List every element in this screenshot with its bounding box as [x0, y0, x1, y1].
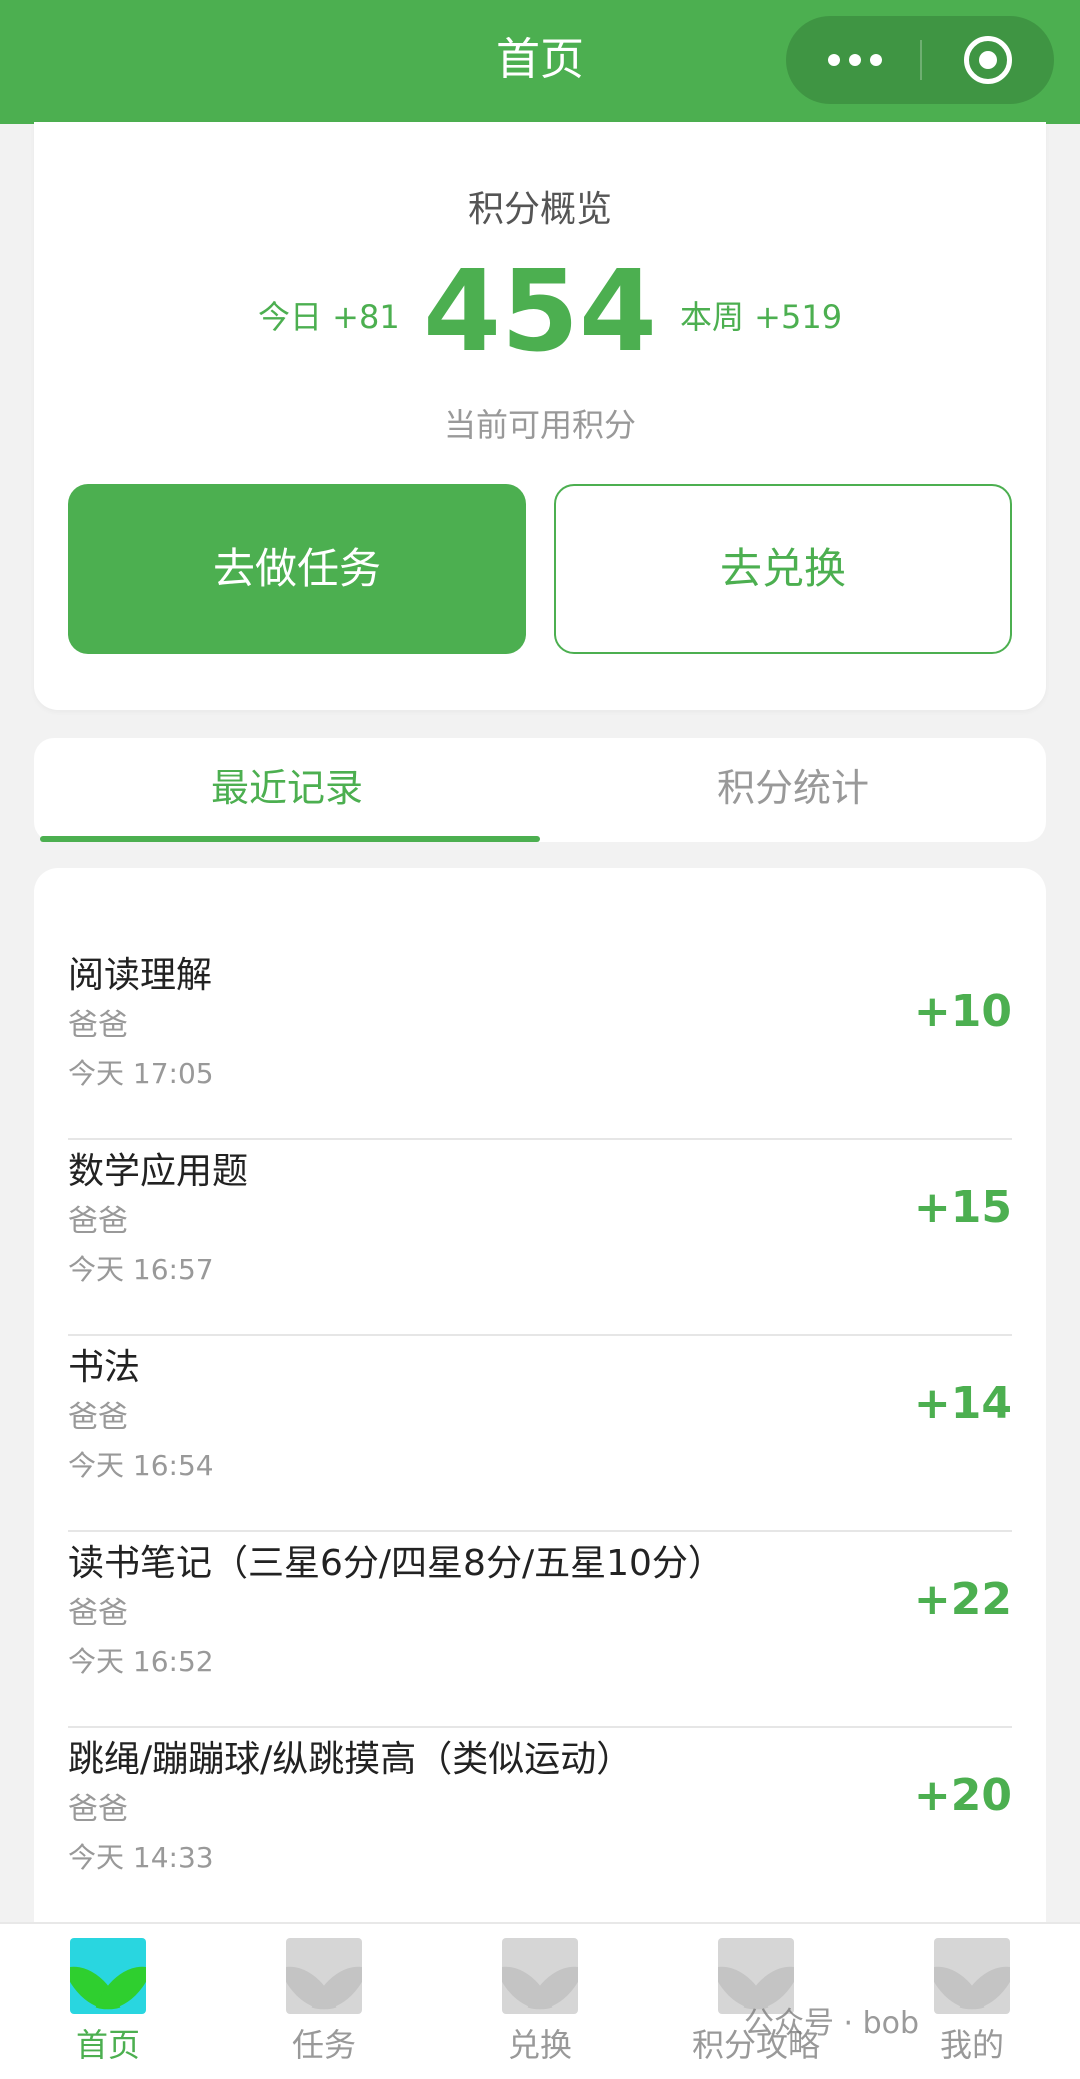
- tabbar-label: 任务: [291, 2026, 356, 2064]
- close-icon[interactable]: [964, 36, 1012, 84]
- record-time: 今天 17:05: [68, 1057, 214, 1090]
- record-time: 今天 16:57: [68, 1253, 214, 1286]
- top-nav-bar: 首页: [0, 0, 1080, 124]
- record-by: 爸爸: [68, 1008, 128, 1043]
- list-item[interactable]: 读书笔记（三星6分/四星8分/五星10分） 爸爸 今天 16:52 +22: [68, 1530, 1012, 1728]
- mini-program-capsule: [786, 16, 1054, 104]
- more-icon[interactable]: [824, 36, 886, 84]
- records-list: 阅读理解 爸爸 今天 17:05 +10 数学应用题 爸爸 今天 16:57 +…: [34, 868, 1046, 1968]
- record-time: 今天 16:52: [68, 1645, 214, 1678]
- points-summary-card: 积分概览 今日 +81 454 本周 +519 当前可用积分 去做任务 去兑换: [34, 122, 1046, 710]
- record-by: 爸爸: [68, 1596, 128, 1631]
- record-title: 书法: [68, 1347, 141, 1388]
- week-points: 本周 +519: [680, 298, 843, 336]
- tab-points-stats[interactable]: 积分统计: [540, 738, 1046, 842]
- tabbar-label: 首页: [75, 2026, 140, 2064]
- tabbar-item-home[interactable]: 首页: [0, 1924, 216, 2079]
- redeem-icon: [502, 1938, 578, 2014]
- summary-title: 积分概览: [467, 189, 612, 230]
- task-icon: [286, 1938, 362, 2014]
- record-by: 爸爸: [68, 1204, 128, 1239]
- list-item[interactable]: 阅读理解 爸爸 今天 17:05 +10: [68, 942, 1012, 1140]
- tab-recent-records[interactable]: 最近记录: [34, 738, 540, 842]
- available-points-label: 当前可用积分: [443, 406, 636, 444]
- profile-icon: [934, 1938, 1010, 2014]
- record-by: 爸爸: [68, 1792, 128, 1827]
- active-tab-indicator: [40, 836, 540, 842]
- record-time: 今天 16:54: [68, 1449, 214, 1482]
- available-points: 454: [423, 247, 657, 377]
- record-title: 读书笔记（三星6分/四星8分/五星10分）: [68, 1543, 724, 1584]
- record-time: 今天 14:33: [68, 1841, 214, 1874]
- tabbar-label: 兑换: [507, 2026, 572, 2064]
- record-title: 跳绳/蹦蹦球/纵跳摸高（类似运动）: [68, 1739, 633, 1780]
- record-points: +14: [913, 1378, 1012, 1429]
- capsule-divider: [920, 40, 922, 80]
- go-redeem-button[interactable]: 去兑换: [554, 484, 1012, 654]
- record-title: 阅读理解: [68, 955, 213, 996]
- record-tabs: 最近记录 积分统计: [34, 738, 1046, 842]
- record-points: +20: [913, 1770, 1012, 1821]
- record-points: +22: [913, 1574, 1012, 1625]
- tabbar-item-task[interactable]: 任务: [216, 1924, 432, 2079]
- record-title: 数学应用题: [68, 1151, 249, 1192]
- go-task-button[interactable]: 去做任务: [68, 484, 526, 654]
- tabbar-item-redeem[interactable]: 兑换: [432, 1924, 648, 2079]
- record-points: +10: [913, 986, 1012, 1037]
- watermark-text: 公众号 · bob: [744, 2006, 920, 2041]
- record-points: +15: [913, 1182, 1012, 1233]
- list-item[interactable]: 数学应用题 爸爸 今天 16:57 +15: [68, 1138, 1012, 1336]
- home-icon: [70, 1938, 146, 2014]
- list-item[interactable]: 跳绳/蹦蹦球/纵跳摸高（类似运动） 爸爸 今天 14:33 +20: [68, 1726, 1012, 1924]
- record-by: 爸爸: [68, 1400, 128, 1435]
- list-item[interactable]: 书法 爸爸 今天 16:54 +14: [68, 1334, 1012, 1532]
